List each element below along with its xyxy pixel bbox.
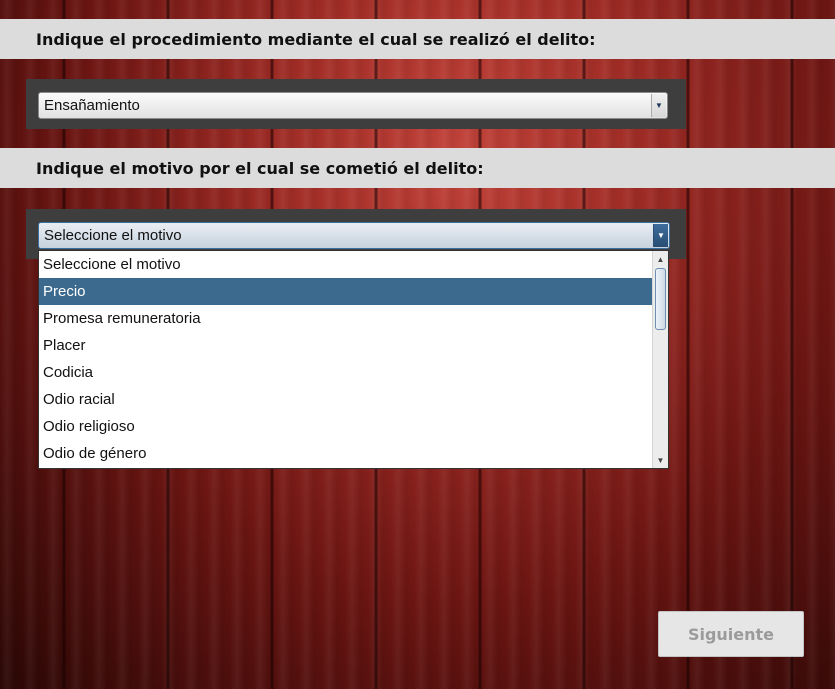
procedure-select[interactable]: Ensañamiento ▼ [38, 92, 668, 119]
motive-option[interactable]: Seleccione el motivo [39, 251, 652, 278]
motive-option[interactable]: Codicia [39, 359, 652, 386]
motive-option[interactable]: Odio religioso [39, 413, 652, 440]
dropdown-scrollbar[interactable]: ▲ ▼ [652, 251, 668, 468]
motive-option[interactable]: Placer [39, 332, 652, 359]
motive-question-label: Indique el motivo por el cual se cometió… [0, 148, 835, 188]
procedure-select-value: Ensañamiento [44, 97, 140, 114]
motive-option-highlighted[interactable]: Precio [39, 278, 652, 305]
procedure-question-label: Indique el procedimiento mediante el cua… [0, 19, 835, 59]
motive-dropdown-list[interactable]: Seleccione el motivo Precio Promesa remu… [38, 250, 669, 469]
next-button[interactable]: Siguiente [658, 611, 804, 657]
motive-select-value: Seleccione el motivo [44, 227, 182, 244]
motive-option[interactable]: Odio racial [39, 386, 652, 413]
chevron-down-icon[interactable]: ▼ [651, 94, 666, 117]
chevron-down-icon[interactable]: ▼ [653, 224, 668, 247]
motive-select[interactable]: Seleccione el motivo ▼ [38, 222, 670, 249]
scrollbar-thumb[interactable] [655, 268, 666, 330]
scroll-up-icon[interactable]: ▲ [653, 251, 668, 267]
motive-option[interactable]: Odio de género [39, 440, 652, 467]
motive-options: Seleccione el motivo Precio Promesa remu… [39, 251, 652, 467]
scroll-down-icon[interactable]: ▼ [653, 452, 668, 468]
motive-option[interactable]: Promesa remuneratoria [39, 305, 652, 332]
procedure-panel: Ensañamiento ▼ [26, 79, 686, 129]
